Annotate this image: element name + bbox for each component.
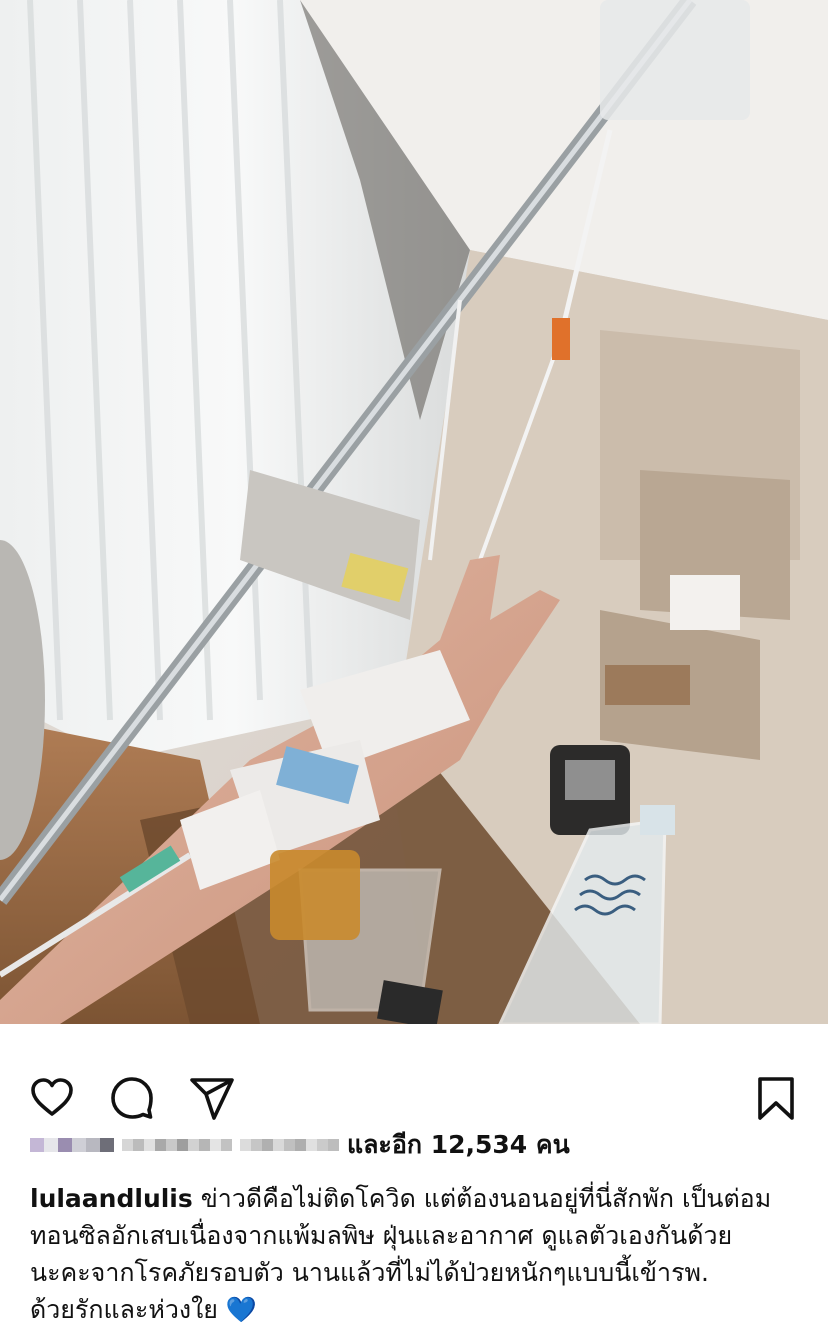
blue-heart-emoji: 💙 xyxy=(225,1295,258,1324)
caption-line-3: นะคะจากโรคภัยรอบตัว นานแล้วที่ไม่ได้ป่วย… xyxy=(30,1258,709,1287)
comment-icon[interactable] xyxy=(108,1074,156,1122)
liker-avatar-blurred xyxy=(30,1138,114,1152)
caption-line-2: ทอนซิลอักเสบเนื่องจากแพ้มลพิษ ฝุ่นและอาก… xyxy=(30,1221,733,1250)
likes-count-text: และอีก 12,534 คน xyxy=(347,1130,570,1159)
post-action-bar xyxy=(0,1024,828,1124)
post-caption: lulaandlulis ข่าวดีคือไม่ติดโควิด แต่ต้อ… xyxy=(30,1180,810,1328)
caption-line-4: ด้วยรักและห่วงใย 💙 xyxy=(30,1295,258,1324)
caption-username[interactable]: lulaandlulis xyxy=(30,1184,193,1213)
post-photo[interactable] xyxy=(0,0,828,1024)
hospital-room-image xyxy=(0,0,828,1024)
liker-names-blurred xyxy=(122,1139,339,1151)
like-heart-icon[interactable] xyxy=(28,1074,76,1122)
bookmark-icon[interactable] xyxy=(752,1074,800,1122)
likes-summary[interactable]: และอีก 12,534 คน xyxy=(30,1124,810,1166)
caption-line-1: lulaandlulis ข่าวดีคือไม่ติดโควิด แต่ต้อ… xyxy=(30,1184,772,1213)
send-icon[interactable] xyxy=(188,1074,236,1122)
